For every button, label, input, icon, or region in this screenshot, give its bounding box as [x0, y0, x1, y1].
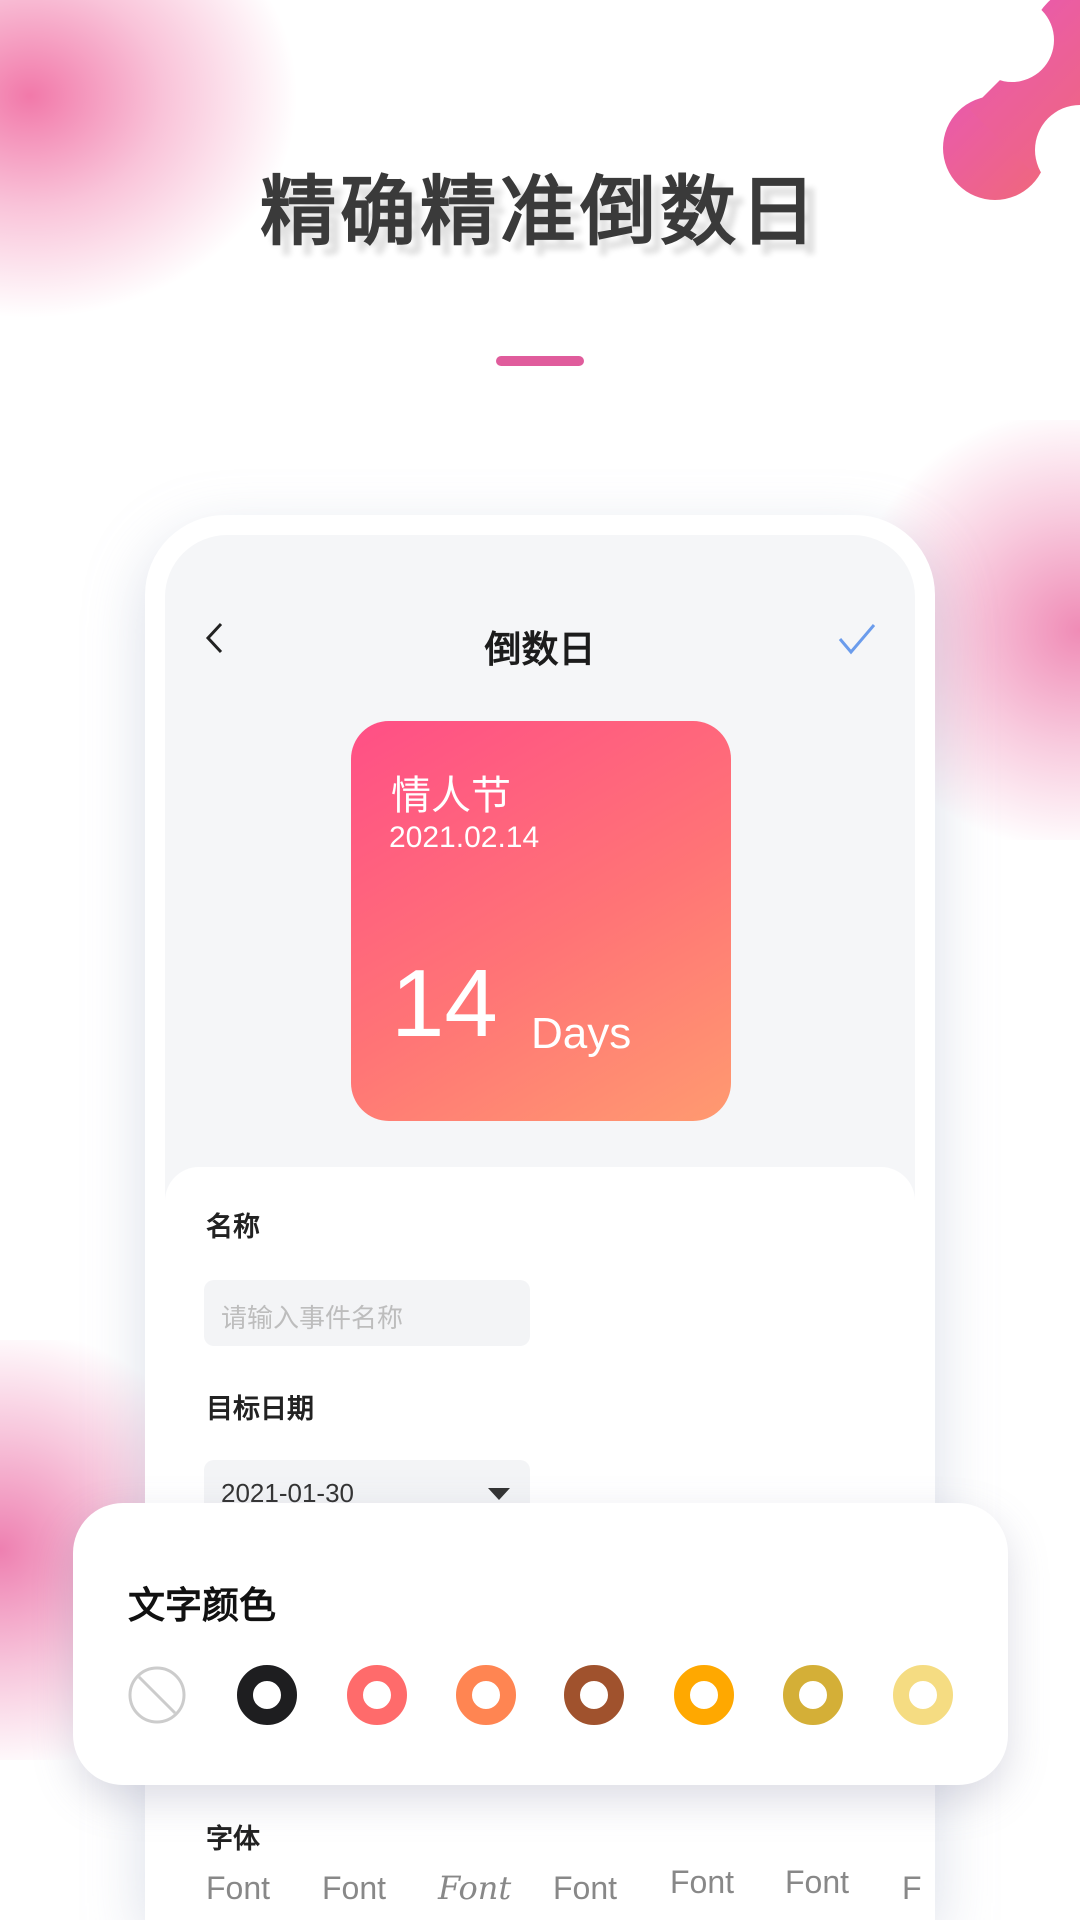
confirm-button[interactable]	[837, 623, 877, 660]
color-swatch-amber[interactable]	[674, 1665, 734, 1725]
days-unit: Days	[531, 1009, 632, 1058]
countdown-card: 情人节 2021.02.14 14 Days	[351, 721, 731, 1121]
days-count: 14	[391, 950, 498, 1057]
color-swatch-gold[interactable]	[783, 1665, 843, 1725]
date-label: 目标日期	[206, 1394, 314, 1424]
font-option[interactable]: Font	[785, 1864, 849, 1900]
name-input[interactable]: 请输入事件名称	[204, 1280, 530, 1346]
check-icon	[838, 624, 876, 655]
caret-down-icon	[488, 1488, 510, 1500]
page-title: 倒数日	[484, 629, 596, 670]
font-option[interactable]: Font	[206, 1870, 270, 1906]
font-option[interactable]: F	[902, 1870, 922, 1906]
color-swatch-black[interactable]	[237, 1665, 297, 1725]
font-option[interactable]: Font	[438, 1870, 511, 1906]
color-swatch-brown[interactable]	[564, 1665, 624, 1725]
event-date: 2021.02.14	[389, 821, 540, 854]
color-swatch-coral[interactable]	[347, 1665, 407, 1725]
name-label: 名称	[206, 1212, 260, 1242]
color-swatch-light-yellow[interactable]	[893, 1665, 953, 1725]
no-color-icon[interactable]	[127, 1665, 187, 1725]
title-underline	[496, 356, 584, 366]
hero-title: 精确精准倒数日	[260, 170, 820, 255]
font-option[interactable]: Font	[322, 1870, 386, 1906]
font-option[interactable]: Font	[670, 1864, 734, 1900]
text-color-popup: 文字颜色	[73, 1503, 1008, 1785]
font-label: 字体	[206, 1824, 260, 1854]
font-option[interactable]: Font	[553, 1870, 617, 1906]
color-swatch-orange[interactable]	[456, 1665, 516, 1725]
event-name: 情人节	[391, 774, 511, 818]
popup-title: 文字颜色	[128, 1585, 276, 1626]
